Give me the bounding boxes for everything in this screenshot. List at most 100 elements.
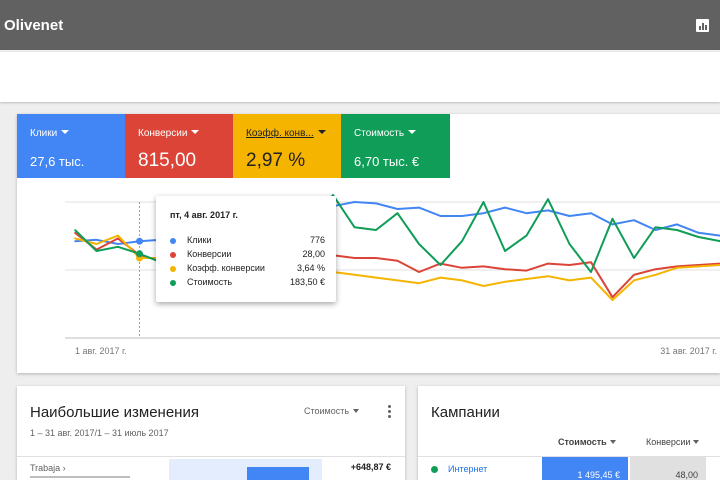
data-point[interactable] <box>136 250 143 258</box>
data-point[interactable] <box>697 232 700 234</box>
data-point[interactable] <box>525 278 528 280</box>
data-point[interactable] <box>590 271 592 273</box>
data-point[interactable] <box>396 260 399 262</box>
metric-tab-cost[interactable]: Стоимость 6,70 тыс. € <box>341 114 450 178</box>
data-point[interactable] <box>439 215 442 217</box>
data-point[interactable] <box>375 257 377 259</box>
data-point[interactable] <box>654 274 657 276</box>
data-point[interactable] <box>136 237 143 245</box>
data-point[interactable] <box>611 296 614 298</box>
data-point[interactable] <box>633 257 635 259</box>
metric-tab-clicks[interactable]: Клики 27,6 тыс. <box>17 114 125 178</box>
data-point[interactable] <box>74 237 76 240</box>
data-point[interactable] <box>396 279 399 282</box>
data-point[interactable] <box>461 240 463 242</box>
data-point[interactable] <box>439 276 442 279</box>
bar-chart-icon[interactable] <box>696 19 709 32</box>
data-point[interactable] <box>418 243 420 245</box>
metric-tab-conversion-rate[interactable]: Коэфф. конв... 2,97 % <box>233 114 341 178</box>
data-point[interactable] <box>375 229 377 231</box>
chart-tooltip: пт, 4 авг. 2017 г. Клики 776 Конверсии 2… <box>156 196 336 302</box>
data-point[interactable] <box>117 246 119 248</box>
data-point[interactable] <box>676 229 678 231</box>
data-point[interactable] <box>418 206 420 209</box>
data-point[interactable] <box>676 267 678 269</box>
data-point[interactable] <box>568 279 571 282</box>
row-label[interactable]: Trabaja › <box>30 463 66 473</box>
column-header-cost[interactable]: Стоимость <box>558 437 616 447</box>
data-point[interactable] <box>396 212 399 214</box>
data-point[interactable] <box>547 262 549 265</box>
column-header-conversions[interactable]: Конверсии <box>646 437 700 447</box>
more-vert-icon[interactable] <box>387 405 391 419</box>
data-point[interactable] <box>547 209 549 212</box>
data-point[interactable] <box>568 264 571 266</box>
data-point[interactable] <box>74 229 76 231</box>
data-point[interactable] <box>547 198 549 200</box>
data-point[interactable] <box>482 212 485 214</box>
legend-dot <box>170 266 176 272</box>
data-point[interactable] <box>697 236 700 238</box>
table-row[interactable]: Trabaja › +648,87 € <box>17 456 405 480</box>
data-point[interactable] <box>547 275 549 277</box>
data-point[interactable] <box>117 234 119 237</box>
data-point[interactable] <box>504 281 506 283</box>
data-point[interactable] <box>654 226 657 228</box>
data-point[interactable] <box>95 250 98 252</box>
campaign-conversions-cell: 48,00 <box>630 457 706 480</box>
x-start-label: 1 авг. 2017 г. <box>75 346 127 356</box>
metric-tab-conversions[interactable]: Конверсии 815,00 <box>125 114 233 178</box>
tooltip-row: Клики 776 <box>170 235 325 247</box>
data-point[interactable] <box>633 219 635 221</box>
data-point[interactable] <box>590 261 592 263</box>
data-point[interactable] <box>353 226 356 228</box>
data-point[interactable] <box>525 269 528 272</box>
table-row[interactable]: Интернет 1 495,45 € 48,00 <box>418 456 720 480</box>
data-point[interactable] <box>95 243 98 245</box>
data-point[interactable] <box>697 265 700 268</box>
metric-value: 2,97 % <box>246 150 306 171</box>
data-point[interactable] <box>482 285 485 287</box>
data-point[interactable] <box>568 243 571 245</box>
data-point[interactable] <box>633 279 635 282</box>
data-point[interactable] <box>654 268 657 270</box>
data-point[interactable] <box>418 282 420 284</box>
data-point[interactable] <box>353 257 356 259</box>
metric-dropdown[interactable]: Стоимость <box>304 406 360 416</box>
data-point[interactable] <box>504 268 506 270</box>
data-point[interactable] <box>74 232 76 234</box>
campaign-name-link[interactable]: Интернет <box>448 464 487 474</box>
data-point[interactable] <box>375 276 377 279</box>
data-point[interactable] <box>633 274 635 276</box>
data-point[interactable] <box>439 264 442 266</box>
data-point[interactable] <box>676 223 678 226</box>
data-point[interactable] <box>611 299 614 301</box>
data-point[interactable] <box>353 201 356 203</box>
data-point[interactable] <box>525 212 528 214</box>
data-point[interactable] <box>461 267 463 269</box>
data-point[interactable] <box>568 215 571 217</box>
data-point[interactable] <box>117 237 119 240</box>
data-point[interactable] <box>74 240 76 242</box>
line-chart[interactable]: 1 авг. 2017 г. 31 авг. 2017 г. <box>17 178 720 373</box>
data-point[interactable] <box>482 265 485 268</box>
metric-label: Стоимость <box>354 128 405 139</box>
data-point[interactable] <box>353 274 356 276</box>
data-point[interactable] <box>482 201 485 203</box>
data-point[interactable] <box>117 243 119 245</box>
data-point[interactable] <box>95 239 98 241</box>
tooltip-row: Коэфф. конверсии 3,64 % <box>170 263 325 275</box>
data-point[interactable] <box>590 276 592 279</box>
data-point[interactable] <box>611 223 614 226</box>
data-point[interactable] <box>504 250 506 252</box>
data-point[interactable] <box>461 215 463 217</box>
data-point[interactable] <box>504 206 506 209</box>
data-point[interactable] <box>418 271 420 273</box>
data-point[interactable] <box>375 202 377 205</box>
data-point[interactable] <box>611 218 614 220</box>
data-point[interactable] <box>590 212 592 214</box>
legend-dot <box>170 252 176 258</box>
data-point[interactable] <box>525 234 528 237</box>
data-point[interactable] <box>461 279 463 282</box>
data-point[interactable] <box>396 208 399 210</box>
